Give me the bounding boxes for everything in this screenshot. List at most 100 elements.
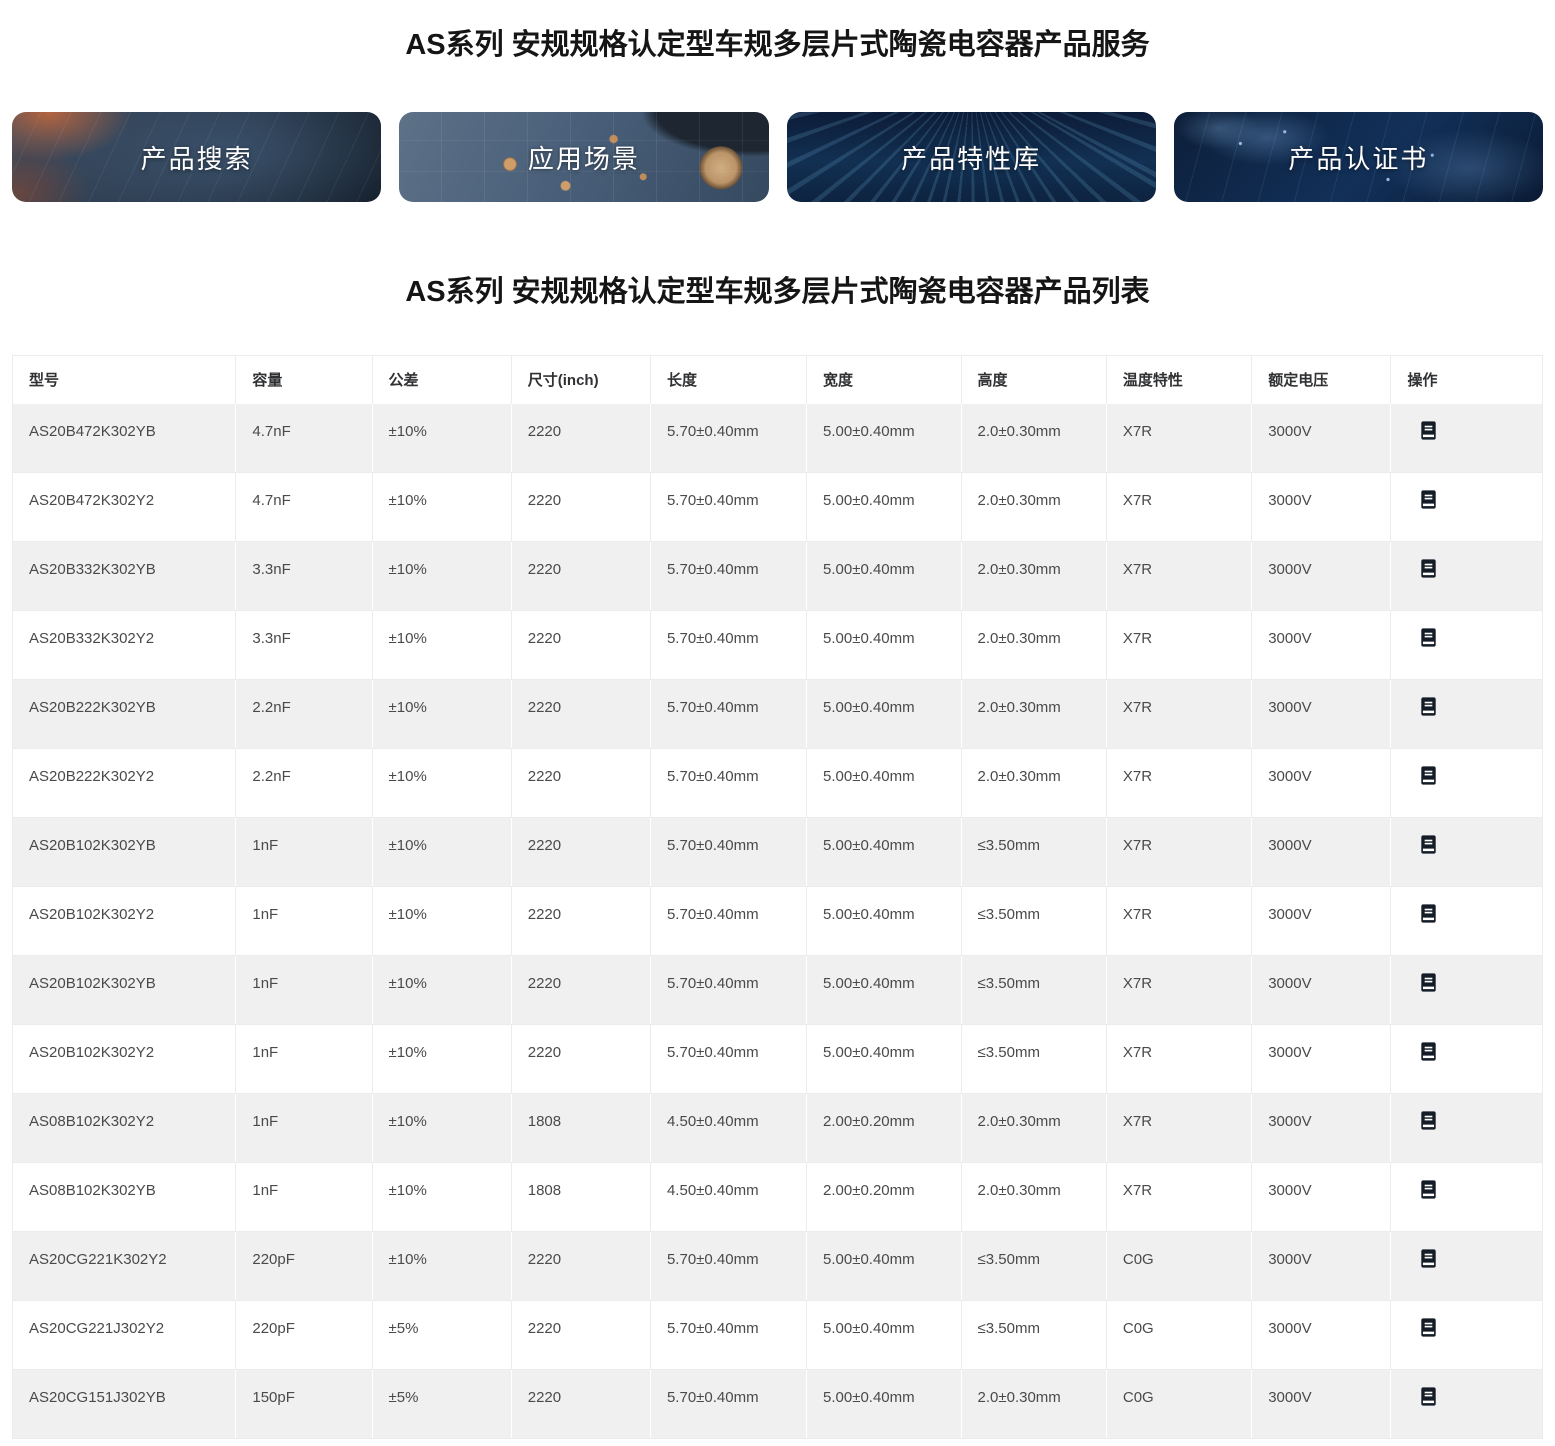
product-table-body: AS20B472K302YB4.7nF±10%22205.70±0.40mm5.… bbox=[13, 404, 1543, 1439]
length-cell: 5.70±0.40mm bbox=[650, 680, 806, 749]
table-header: 型号 容量 公差 尺寸(inch) 长度 宽度 高度 温度特性 额定电压 操作 bbox=[13, 356, 1543, 404]
rated-voltage-cell: 3000V bbox=[1252, 473, 1391, 542]
rated-voltage-cell: 3000V bbox=[1252, 1094, 1391, 1163]
model-cell: AS20B472K302YB bbox=[13, 404, 236, 473]
height-cell: ≤3.50mm bbox=[961, 1232, 1106, 1301]
rated-voltage-cell: 3000V bbox=[1252, 956, 1391, 1025]
tolerance-cell: ±10% bbox=[372, 749, 511, 818]
capacity-cell: 1nF bbox=[236, 887, 372, 956]
book-icon bbox=[1417, 695, 1440, 718]
length-cell: 5.70±0.40mm bbox=[650, 1301, 806, 1370]
width-cell: 5.00±0.40mm bbox=[807, 1025, 962, 1094]
size-inch-cell: 2220 bbox=[511, 1301, 650, 1370]
size-inch-cell: 2220 bbox=[511, 542, 650, 611]
view-detail-button[interactable] bbox=[1417, 1385, 1440, 1408]
table-row: AS20B102K302YB1nF±10%22205.70±0.40mm5.00… bbox=[13, 818, 1543, 887]
tolerance-cell: ±10% bbox=[372, 404, 511, 473]
banner-product-search[interactable]: 产品搜索 bbox=[12, 112, 381, 202]
book-icon bbox=[1417, 764, 1440, 787]
product-table: 型号 容量 公差 尺寸(inch) 长度 宽度 高度 温度特性 额定电压 操作 … bbox=[12, 355, 1543, 1439]
action-cell bbox=[1391, 887, 1543, 956]
banner-product-certificates[interactable]: 产品认证书 bbox=[1174, 112, 1543, 202]
capacity-cell: 220pF bbox=[236, 1301, 372, 1370]
size-inch-cell: 2220 bbox=[511, 956, 650, 1025]
size-inch-cell: 2220 bbox=[511, 1232, 650, 1301]
rated-voltage-cell: 3000V bbox=[1252, 611, 1391, 680]
view-detail-button[interactable] bbox=[1417, 764, 1440, 787]
banner-application-scenarios[interactable]: 应用场景 bbox=[399, 112, 768, 202]
rated-voltage-cell: 3000V bbox=[1252, 1163, 1391, 1232]
rated-voltage-cell: 3000V bbox=[1252, 1025, 1391, 1094]
action-cell bbox=[1391, 1232, 1543, 1301]
book-icon bbox=[1417, 557, 1440, 580]
size-inch-cell: 2220 bbox=[511, 749, 650, 818]
tolerance-cell: ±5% bbox=[372, 1301, 511, 1370]
view-detail-button[interactable] bbox=[1417, 695, 1440, 718]
view-detail-button[interactable] bbox=[1417, 557, 1440, 580]
banner-product-feature-library[interactable]: 产品特性库 bbox=[787, 112, 1156, 202]
view-detail-button[interactable] bbox=[1417, 833, 1440, 856]
width-cell: 5.00±0.40mm bbox=[807, 680, 962, 749]
column-header-width: 宽度 bbox=[807, 356, 962, 404]
temperature-characteristic-cell: X7R bbox=[1106, 473, 1251, 542]
rated-voltage-cell: 3000V bbox=[1252, 542, 1391, 611]
model-cell: AS20B102K302YB bbox=[13, 956, 236, 1025]
length-cell: 5.70±0.40mm bbox=[650, 473, 806, 542]
book-icon bbox=[1417, 833, 1440, 856]
capacity-cell: 1nF bbox=[236, 1025, 372, 1094]
model-cell: AS20B332K302YB bbox=[13, 542, 236, 611]
rated-voltage-cell: 3000V bbox=[1252, 680, 1391, 749]
rated-voltage-cell: 3000V bbox=[1252, 887, 1391, 956]
tolerance-cell: ±10% bbox=[372, 473, 511, 542]
table-row: AS20B472K302Y24.7nF±10%22205.70±0.40mm5.… bbox=[13, 473, 1543, 542]
width-cell: 5.00±0.40mm bbox=[807, 749, 962, 818]
model-cell: AS20CG221J302Y2 bbox=[13, 1301, 236, 1370]
book-icon bbox=[1417, 1247, 1440, 1270]
view-detail-button[interactable] bbox=[1417, 971, 1440, 994]
view-detail-button[interactable] bbox=[1417, 1178, 1440, 1201]
view-detail-button[interactable] bbox=[1417, 1316, 1440, 1339]
view-detail-button[interactable] bbox=[1417, 902, 1440, 925]
length-cell: 5.70±0.40mm bbox=[650, 1232, 806, 1301]
column-header-action: 操作 bbox=[1391, 356, 1543, 404]
length-cell: 5.70±0.40mm bbox=[650, 542, 806, 611]
width-cell: 5.00±0.40mm bbox=[807, 956, 962, 1025]
table-row: AS20B472K302YB4.7nF±10%22205.70±0.40mm5.… bbox=[13, 404, 1543, 473]
length-cell: 5.70±0.40mm bbox=[650, 404, 806, 473]
page: AS系列 安规规格认定型车规多层片式陶瓷电容器产品服务 产品搜索 应用场景 产品… bbox=[0, 27, 1555, 1446]
height-cell: ≤3.50mm bbox=[961, 1301, 1106, 1370]
model-cell: AS20CG221K302Y2 bbox=[13, 1232, 236, 1301]
length-cell: 4.50±0.40mm bbox=[650, 1163, 806, 1232]
tolerance-cell: ±10% bbox=[372, 611, 511, 680]
width-cell: 5.00±0.40mm bbox=[807, 1301, 962, 1370]
action-cell bbox=[1391, 1163, 1543, 1232]
height-cell: ≤3.50mm bbox=[961, 956, 1106, 1025]
table-row: AS20CG151J302YB150pF±5%22205.70±0.40mm5.… bbox=[13, 1370, 1543, 1439]
height-cell: 2.0±0.30mm bbox=[961, 404, 1106, 473]
temperature-characteristic-cell: X7R bbox=[1106, 887, 1251, 956]
width-cell: 5.00±0.40mm bbox=[807, 473, 962, 542]
width-cell: 5.00±0.40mm bbox=[807, 1370, 962, 1439]
view-detail-button[interactable] bbox=[1417, 1040, 1440, 1063]
column-header-capacity: 容量 bbox=[236, 356, 372, 404]
book-icon bbox=[1417, 971, 1440, 994]
width-cell: 5.00±0.40mm bbox=[807, 542, 962, 611]
column-header-tolerance: 公差 bbox=[372, 356, 511, 404]
model-cell: AS20B102K302YB bbox=[13, 818, 236, 887]
temperature-characteristic-cell: C0G bbox=[1106, 1301, 1251, 1370]
length-cell: 5.70±0.40mm bbox=[650, 887, 806, 956]
view-detail-button[interactable] bbox=[1417, 419, 1440, 442]
page-title: AS系列 安规规格认定型车规多层片式陶瓷电容器产品服务 bbox=[0, 27, 1555, 63]
view-detail-button[interactable] bbox=[1417, 488, 1440, 511]
view-detail-button[interactable] bbox=[1417, 626, 1440, 649]
height-cell: 2.0±0.30mm bbox=[961, 473, 1106, 542]
book-icon bbox=[1417, 1040, 1440, 1063]
view-detail-button[interactable] bbox=[1417, 1247, 1440, 1270]
action-cell bbox=[1391, 1094, 1543, 1163]
length-cell: 5.70±0.40mm bbox=[650, 611, 806, 680]
capacity-cell: 4.7nF bbox=[236, 404, 372, 473]
action-cell bbox=[1391, 680, 1543, 749]
size-inch-cell: 2220 bbox=[511, 680, 650, 749]
banner-nav: 产品搜索 应用场景 产品特性库 产品认证书 bbox=[12, 112, 1543, 202]
view-detail-button[interactable] bbox=[1417, 1109, 1440, 1132]
